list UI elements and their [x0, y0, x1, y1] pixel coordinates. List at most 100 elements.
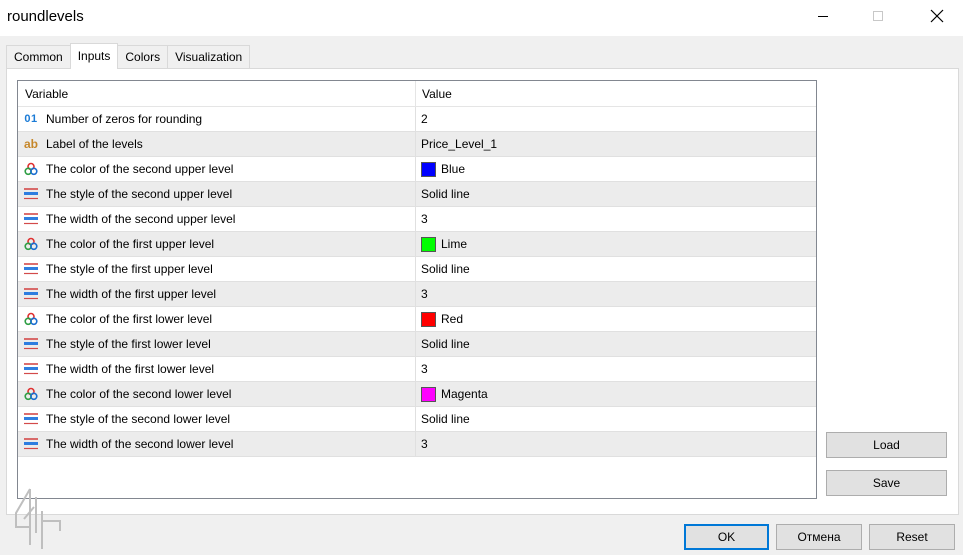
value-text: 2: [421, 112, 428, 126]
table-row[interactable]: ab Label of the levels Price_Level_1: [18, 132, 816, 157]
table-row[interactable]: The width of the first lower level 3: [18, 357, 816, 382]
watermark-logo-icon: [15, 488, 61, 549]
color-icon: [23, 386, 39, 402]
value-cell[interactable]: 2: [416, 107, 815, 131]
tab-common[interactable]: Common: [6, 45, 71, 69]
minimize-button[interactable]: [800, 0, 846, 32]
column-header-variable[interactable]: Variable: [18, 81, 416, 107]
table-row[interactable]: The color of the second lower level Magen…: [18, 382, 816, 407]
variable-cell: 01 Number of zeros for rounding: [18, 107, 416, 131]
value-cell[interactable]: Solid line: [416, 407, 815, 431]
value-cell[interactable]: Solid line: [416, 332, 815, 356]
value-text: Magenta: [441, 387, 488, 401]
numeric-icon-glyph: 01: [24, 113, 38, 125]
value-cell[interactable]: Lime: [416, 232, 815, 256]
inputs-grid: Variable Value 01 Number of zeros for rou…: [17, 80, 817, 499]
variable-cell: The style of the second upper level: [18, 182, 416, 206]
maximize-button[interactable]: [855, 0, 901, 32]
color-swatch: [421, 161, 436, 177]
load-button[interactable]: Load: [826, 432, 947, 458]
table-row[interactable]: The color of the first lower level Red: [18, 307, 816, 332]
table-row[interactable]: The color of the second upper level Blue: [18, 157, 816, 182]
color-icon: [23, 161, 39, 177]
variable-cell: The width of the second lower level: [18, 432, 416, 456]
variable-cell: The color of the first lower level: [18, 307, 416, 331]
value-text: 3: [421, 287, 428, 301]
value-text: Blue: [441, 162, 466, 176]
value-cell[interactable]: 3: [416, 432, 815, 456]
value-cell[interactable]: 3: [416, 357, 815, 381]
table-row[interactable]: The style of the second lower level Solid…: [18, 407, 816, 432]
style-icon: [23, 411, 39, 427]
tab-colors[interactable]: Colors: [117, 45, 169, 69]
table-row[interactable]: The style of the second upper level Solid…: [18, 182, 816, 207]
value-cell[interactable]: Red: [416, 307, 815, 331]
value-text: Red: [441, 312, 464, 326]
style-icon: [23, 261, 39, 277]
style-icon: [23, 361, 39, 377]
save-button[interactable]: Save: [826, 470, 947, 496]
tab-inputs[interactable]: Inputs: [69, 43, 119, 69]
value-cell[interactable]: Solid line: [416, 257, 815, 281]
variable-cell: The color of the second upper level: [18, 157, 416, 181]
value-text: Solid line: [421, 412, 470, 426]
column-header-value[interactable]: Value: [416, 81, 815, 107]
style-icon: [23, 211, 39, 227]
value-cell[interactable]: 3: [416, 207, 815, 231]
value-text: 3: [421, 212, 428, 226]
color-icon: [23, 311, 39, 327]
variable-label: The width of the first lower level: [46, 362, 215, 376]
variable-cell: The style of the first lower level: [18, 332, 416, 356]
variable-label: Label of the levels: [46, 137, 143, 151]
text-icon: ab: [23, 136, 39, 152]
text-icon-glyph: ab: [23, 137, 38, 151]
tab-visualization[interactable]: Visualization: [167, 45, 251, 69]
variable-label: The color of the first upper level: [46, 237, 215, 251]
value-text: Solid line: [421, 187, 470, 201]
variable-label: The width of the second upper level: [46, 212, 236, 226]
value-cell[interactable]: Price_Level_1: [416, 132, 815, 156]
value-cell[interactable]: Blue: [416, 157, 815, 181]
variable-cell: The style of the first upper level: [18, 257, 416, 281]
variable-label: The style of the second lower level: [46, 412, 231, 426]
grid-rows: 01 Number of zeros for rounding 2 ab Label o…: [18, 107, 816, 457]
variable-cell: The color of the first upper level: [18, 232, 416, 256]
tab-strip: Common Inputs Colors Visualization: [6, 43, 251, 69]
numeric-icon: 01: [23, 111, 39, 127]
cancel-button[interactable]: Отмена: [776, 524, 862, 550]
table-row[interactable]: The style of the first upper level Solid …: [18, 257, 816, 282]
variable-cell: The color of the second lower level: [18, 382, 416, 406]
table-row[interactable]: The width of the first upper level 3: [18, 282, 816, 307]
close-icon: [930, 9, 944, 23]
variable-cell: The width of the second upper level: [18, 207, 416, 231]
table-row[interactable]: The style of the first lower level Solid …: [18, 332, 816, 357]
variable-label: The style of the first lower level: [46, 337, 211, 351]
value-text: Price_Level_1: [421, 137, 498, 151]
value-text: 3: [421, 362, 428, 376]
style-icon: [23, 286, 39, 302]
reset-button[interactable]: Reset: [869, 524, 955, 550]
color-swatch: [421, 311, 436, 327]
variable-label: The width of the second lower level: [46, 437, 234, 451]
window-title: roundlevels: [7, 8, 84, 25]
style-icon: [23, 186, 39, 202]
variable-cell: The width of the first lower level: [18, 357, 416, 381]
table-row[interactable]: The color of the first upper level Lime: [18, 232, 816, 257]
variable-label: The color of the second upper level: [46, 162, 234, 176]
table-row[interactable]: The width of the second upper level 3: [18, 207, 816, 232]
value-text: Solid line: [421, 262, 470, 276]
value-cell[interactable]: Solid line: [416, 182, 815, 206]
variable-label: The width of the first upper level: [46, 287, 217, 301]
color-swatch: [421, 386, 436, 402]
variable-label: Number of zeros for rounding: [46, 112, 203, 126]
table-row[interactable]: The width of the second lower level 3: [18, 432, 816, 457]
close-button[interactable]: [914, 0, 960, 32]
grid-header: Variable Value: [18, 81, 816, 107]
ok-button[interactable]: OK: [684, 524, 769, 550]
value-cell[interactable]: Magenta: [416, 382, 815, 406]
value-cell[interactable]: 3: [416, 282, 815, 306]
style-icon: [23, 436, 39, 452]
table-row[interactable]: 01 Number of zeros for rounding 2: [18, 107, 816, 132]
value-text: 3: [421, 437, 428, 451]
value-text: Solid line: [421, 337, 470, 351]
